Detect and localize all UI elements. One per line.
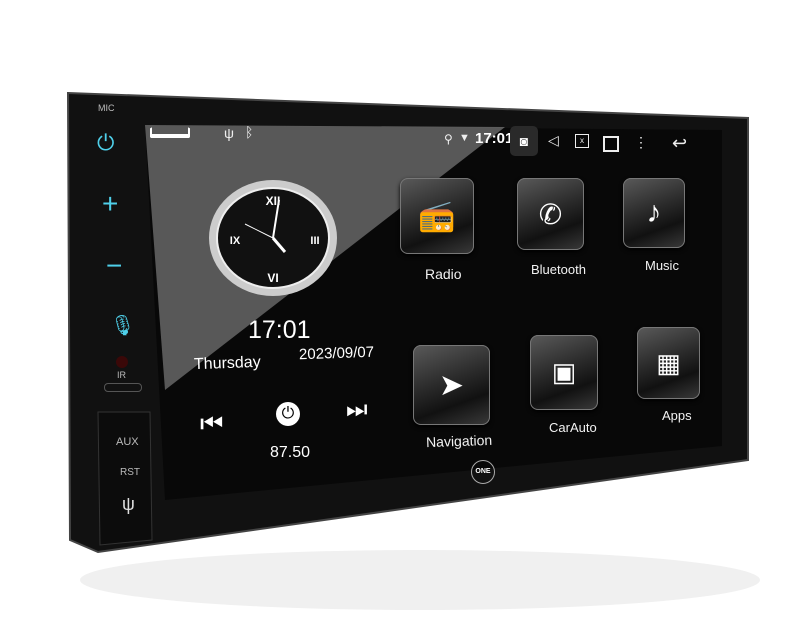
aux-port-label: AUX xyxy=(116,436,139,448)
screenshot-button[interactable]: ◙ xyxy=(510,126,538,156)
close-window-button[interactable]: x xyxy=(575,134,589,148)
app-apps-label: Apps xyxy=(662,408,692,423)
app-navigation[interactable]: ➤ xyxy=(413,345,490,425)
brand-logo: ONE xyxy=(471,460,495,484)
bluetooth-icon: ᛒ xyxy=(245,124,254,140)
app-music-label: Music xyxy=(645,258,679,273)
mic-label: MIC xyxy=(98,103,115,113)
ir-sensor xyxy=(116,356,128,368)
app-apps[interactable]: ▦ xyxy=(637,327,700,399)
app-bluetooth[interactable]: ✆ xyxy=(517,178,584,250)
numeral-3: III xyxy=(310,235,319,247)
recent-apps-button[interactable] xyxy=(603,136,619,152)
app-bluetooth-label: Bluetooth xyxy=(531,262,586,277)
app-music[interactable]: ♪ xyxy=(623,178,685,248)
sd-card-slot[interactable] xyxy=(104,383,142,392)
volume-down-button[interactable]: − xyxy=(106,250,122,282)
usb-port-icon: ψ xyxy=(122,494,135,514)
clock-date: 2023/09/07 xyxy=(298,343,375,364)
numeral-9: IX xyxy=(230,235,241,247)
location-icon: ⚲ xyxy=(444,132,453,146)
next-button[interactable]: ⏭ xyxy=(346,396,368,424)
radio-icon: 📻 xyxy=(418,199,456,233)
radio-power-button[interactable]: ⏻ xyxy=(276,402,300,426)
power-button[interactable]: ⏻ xyxy=(97,130,114,156)
clock-time: 17:01 xyxy=(248,316,311,344)
app-carauto[interactable]: ▣ xyxy=(530,335,598,410)
ir-label: IR xyxy=(117,370,126,380)
volume-button[interactable]: ◁ xyxy=(548,132,559,149)
previous-button[interactable]: ⏮ xyxy=(200,408,223,440)
radio-frequency: 87.50 xyxy=(270,444,311,461)
volume-up-button[interactable]: + xyxy=(102,188,118,220)
app-navigation-label: Navigation xyxy=(425,431,493,451)
device-frame xyxy=(66,91,760,610)
back-button[interactable]: ↩ xyxy=(672,133,687,154)
reset-button[interactable]: RST xyxy=(120,467,140,478)
apps-grid-icon: ▦ xyxy=(656,347,681,378)
status-time: 17:01 xyxy=(475,130,514,147)
usb-icon: ψ xyxy=(224,125,234,141)
clock-day: Thursday xyxy=(193,353,261,374)
voice-microphone-button[interactable]: 🎙 xyxy=(110,313,135,338)
app-radio-label: Radio xyxy=(425,266,462,282)
numeral-6: VI xyxy=(267,271,278,285)
app-radio[interactable]: 📻 xyxy=(400,178,474,254)
app-carauto-label: CarAuto xyxy=(549,420,597,435)
wifi-icon: ▼ xyxy=(459,132,470,144)
carauto-icon: ▣ xyxy=(551,357,577,387)
more-menu-button[interactable]: ⋮ xyxy=(634,134,648,151)
music-note-icon: ♪ xyxy=(646,196,662,229)
navigation-arrow-icon: ➤ xyxy=(438,368,465,402)
analog-clock: XII III VI IX xyxy=(209,180,337,296)
bluetooth-phone-icon: ✆ xyxy=(538,198,563,230)
